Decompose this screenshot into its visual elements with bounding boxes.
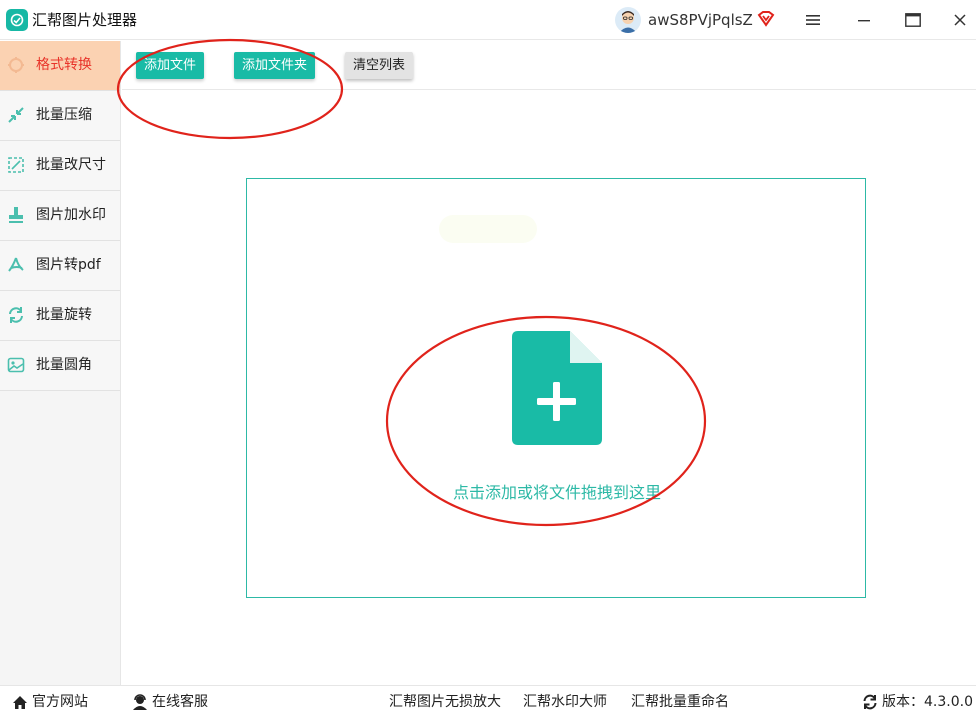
refresh-icon: [863, 694, 877, 710]
support-agent-icon: [133, 694, 147, 710]
avatar[interactable]: [615, 7, 641, 33]
username[interactable]: awS8PVjPqlsZ: [648, 11, 753, 29]
menu-icon[interactable]: [801, 8, 825, 32]
format-convert-icon: [7, 56, 25, 74]
title-bar: 汇帮图片处理器 awS8PVjPqlsZ: [0, 0, 976, 40]
sidebar-item-label: 批量压缩: [36, 107, 92, 123]
sidebar-item-compress[interactable]: 批量压缩: [0, 91, 120, 141]
sidebar-item-round-corner[interactable]: 批量圆角: [0, 341, 120, 391]
official-website-label: 官方网站: [32, 694, 88, 710]
sidebar-item-resize[interactable]: 批量改尺寸: [0, 141, 120, 191]
close-icon[interactable]: [948, 8, 972, 32]
lossless-upscale-label: 汇帮图片无损放大: [389, 694, 501, 710]
pdf-icon: [7, 256, 25, 274]
rotate-icon: [7, 306, 25, 324]
version-info[interactable]: 版本：4.3.0.0: [862, 694, 973, 710]
lossless-upscale-link[interactable]: 汇帮图片无损放大: [389, 694, 501, 710]
sidebar-item-watermark[interactable]: 图片加水印: [0, 191, 120, 241]
minimize-icon[interactable]: [852, 8, 876, 32]
sidebar-item-label: 图片加水印: [36, 207, 106, 223]
version-label: 版本：4.3.0.0: [882, 694, 973, 710]
home-icon: [13, 695, 27, 709]
sidebar-item-to-pdf[interactable]: 图片转pdf: [0, 241, 120, 291]
add-file-button[interactable]: 添加文件: [136, 52, 205, 79]
drop-hint-text: 点击添加或将文件拖拽到这里: [452, 483, 661, 502]
maximize-icon[interactable]: [901, 8, 925, 32]
watermark-master-label: 汇帮水印大师: [523, 694, 607, 710]
batch-rename-link[interactable]: 汇帮批量重命名: [631, 694, 729, 710]
sidebar-item-label: 格式转换: [36, 57, 92, 73]
file-drop-zone[interactable]: 点击添加或将文件拖拽到这里: [246, 178, 866, 598]
add-file-icon[interactable]: [512, 331, 602, 449]
vip-diamond-icon[interactable]: [757, 10, 775, 28]
clear-list-button[interactable]: 清空列表: [345, 52, 414, 79]
app-window: 汇帮图片处理器 awS8PVjPqlsZ 格式转换 批量压缩 批量改尺寸 图片加…: [0, 0, 976, 713]
official-website-link[interactable]: 官方网站: [12, 694, 88, 710]
online-support-label: 在线客服: [152, 694, 208, 710]
add-folder-button[interactable]: 添加文件夹: [234, 52, 316, 79]
online-support-link[interactable]: 在线客服: [132, 694, 208, 710]
compress-icon: [7, 106, 25, 124]
app-title: 汇帮图片处理器: [32, 11, 138, 29]
sidebar: 格式转换 批量压缩 批量改尺寸 图片加水印 图片转pdf 批量旋转 批量圆角: [0, 41, 121, 685]
sidebar-item-format-convert[interactable]: 格式转换: [0, 41, 120, 91]
faint-banner: [439, 215, 537, 243]
sidebar-item-label: 批量改尺寸: [36, 157, 106, 173]
watermark-master-link[interactable]: 汇帮水印大师: [523, 694, 607, 710]
sidebar-item-label: 批量旋转: [36, 307, 92, 323]
toolbar: 添加文件 添加文件夹 清空列表: [122, 41, 976, 90]
footer: 官方网站 在线客服 汇帮图片无损放大 汇帮水印大师 汇帮批量重命名 版本：4.3…: [0, 685, 976, 713]
sidebar-item-label: 批量圆角: [36, 357, 92, 373]
watermark-icon: [7, 206, 25, 224]
app-logo-icon: [6, 9, 28, 31]
batch-rename-label: 汇帮批量重命名: [631, 694, 729, 710]
round-corner-icon: [7, 356, 25, 374]
sidebar-item-rotate[interactable]: 批量旋转: [0, 291, 120, 341]
sidebar-item-label: 图片转pdf: [36, 257, 101, 273]
resize-icon: [7, 156, 25, 174]
